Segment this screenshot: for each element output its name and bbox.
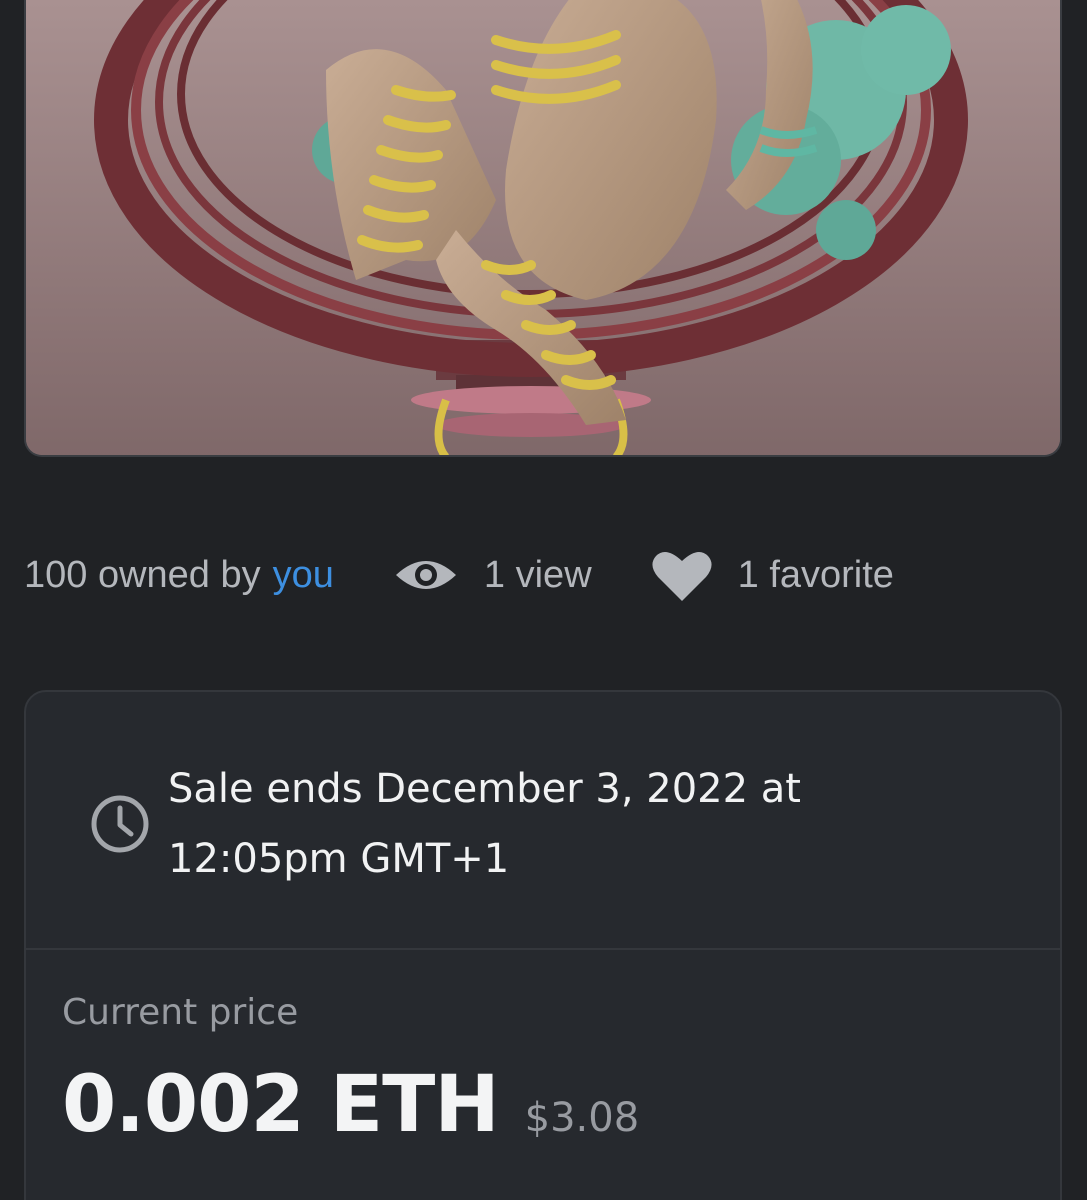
- favorites-stat[interactable]: 1 favorite: [652, 549, 894, 601]
- price-usd: $3.08: [524, 1095, 640, 1141]
- price-row: 0.002 ETH $3.08: [62, 1060, 639, 1150]
- clock-icon: [91, 795, 149, 853]
- sale-end-text: Sale ends December 3, 2022 at 12:05pm GM…: [168, 754, 988, 894]
- sale-end-line-1: Sale ends December 3, 2022 at: [168, 766, 801, 812]
- current-price-label: Current price: [62, 992, 299, 1033]
- item-stats-row: 100 owned by you 1 view 1 favorite: [24, 543, 1064, 607]
- sale-end-line-2: 12:05pm GMT+1: [168, 836, 510, 882]
- favorites-count: 1 favorite: [737, 553, 894, 596]
- nft-item-page: 100 owned by you 1 view 1 favorite Sale …: [0, 0, 1087, 1200]
- heart-icon[interactable]: [652, 549, 712, 601]
- sale-panel: Sale ends December 3, 2022 at 12:05pm GM…: [24, 690, 1062, 1200]
- owner-link[interactable]: you: [273, 554, 334, 597]
- views-stat: 1 view: [394, 554, 592, 597]
- views-count: 1 view: [483, 553, 592, 596]
- owned-by-stat: 100 owned by you: [24, 554, 334, 597]
- sale-end-header: Sale ends December 3, 2022 at 12:05pm GM…: [26, 692, 1060, 950]
- price-eth: 0.002 ETH: [62, 1060, 500, 1150]
- owned-count-label: 100 owned by: [24, 553, 261, 596]
- nft-artwork-image[interactable]: [24, 0, 1062, 457]
- eye-icon: [395, 561, 456, 589]
